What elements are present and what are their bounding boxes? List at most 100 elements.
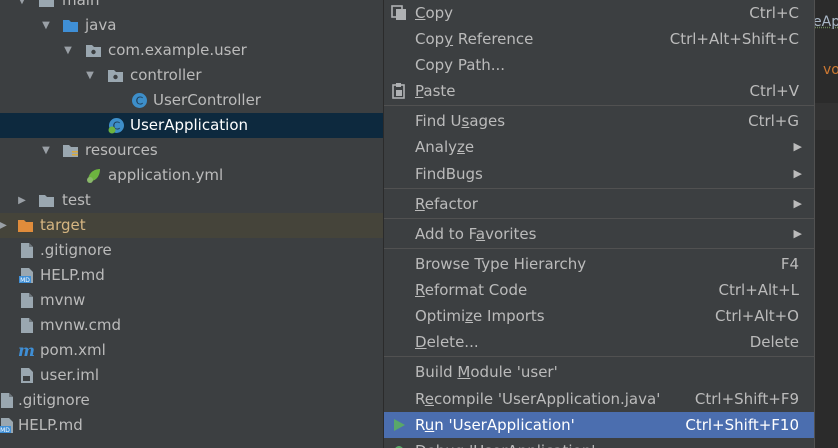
menu-separator (384, 105, 814, 106)
excluded-folder-icon (18, 220, 33, 232)
package-icon (86, 45, 101, 57)
tree-row-usercontroller[interactable]: C UserController (0, 88, 384, 113)
editor-keyword: vo (823, 62, 838, 78)
menu-item-copy[interactable]: Copy Ctrl+C (384, 0, 814, 26)
chevron-down-icon[interactable]: ▼ (84, 63, 96, 88)
menu-item-delete[interactable]: Delete... Delete (384, 329, 814, 355)
text-file-icon (21, 318, 33, 333)
menu-item-label: Find Usages (415, 112, 506, 130)
package-icon (108, 70, 123, 82)
menu-item-browse-type-hierarchy[interactable]: Browse Type Hierarchy F4 (384, 251, 814, 277)
markdown-file-icon: MD (19, 268, 33, 284)
menu-item-copy-reference[interactable]: Copy Reference Ctrl+Alt+Shift+C (384, 26, 814, 52)
svg-text:MD: MD (20, 277, 30, 284)
submenu-arrow-icon: ▶ (793, 140, 802, 153)
menu-item-shortcut: Ctrl+Alt+O (715, 307, 799, 325)
menu-item-label: Delete... (415, 333, 479, 351)
tree-row-mvnw[interactable]: mvnw (0, 288, 384, 313)
tree-row-label: user.iml (40, 366, 100, 384)
chevron-down-icon[interactable]: ▼ (40, 138, 52, 163)
menu-item-label: FindBugs (415, 165, 483, 183)
copy-icon (391, 5, 406, 20)
tree-row-target[interactable]: ▶ target (0, 213, 384, 238)
tree-row-label: UserController (153, 91, 261, 109)
tree-row-test[interactable]: ▶ test (0, 188, 384, 213)
tree-row-help-md[interactable]: MD HELP.md (0, 263, 384, 288)
source-folder-icon (63, 20, 78, 32)
tree-row-main[interactable]: ▼ main (0, 0, 384, 13)
markdown-file-icon: MD (0, 418, 13, 434)
menu-separator (384, 218, 814, 219)
tree-row-java[interactable]: ▼ java (0, 13, 384, 38)
tree-row-help-md-root[interactable]: MD HELP.md (0, 413, 384, 438)
tree-row-label: pom.xml (40, 341, 106, 359)
chevron-down-icon[interactable]: ▼ (16, 0, 28, 13)
menu-item-shortcut: Ctrl+Shift+F9 (694, 390, 799, 408)
menu-item-shortcut: Ctrl+C (749, 4, 799, 22)
menu-item-reformat-code[interactable]: Reformat Code Ctrl+Alt+L (384, 277, 814, 303)
tree-row-label: .gitignore (40, 241, 112, 259)
tree-row-label: mvnw (40, 291, 86, 309)
svg-text:m: m (18, 342, 35, 359)
chevron-down-icon[interactable]: ▼ (40, 13, 52, 38)
menu-item-shortcut: Ctrl+Alt+L (718, 281, 800, 299)
svg-text:MD: MD (0, 427, 10, 434)
menu-item-find-usages[interactable]: Find Usages Ctrl+G (384, 108, 814, 134)
menu-item-shortcut: Delete (749, 333, 799, 351)
menu-item-label: Add to Favorites (415, 225, 537, 243)
debug-icon (395, 446, 403, 448)
spring-yml-icon (87, 169, 100, 183)
editor-text: eApp (813, 14, 838, 30)
chevron-down-icon[interactable]: ▼ (62, 38, 74, 63)
menu-item-debug[interactable]: Debug 'UserApplication' (384, 438, 814, 448)
menu-item-build-module[interactable]: Build Module 'user' (384, 359, 814, 385)
tree-row-label: controller (130, 66, 202, 84)
tree-row-label: mvnw.cmd (40, 316, 122, 334)
submenu-arrow-icon: ▶ (793, 227, 802, 240)
tree-row-label: .gitignore (18, 391, 90, 409)
menu-item-label: Analyze (415, 138, 475, 156)
menu-item-label: Reformat Code (415, 281, 528, 299)
menu-item-label: Run 'UserApplication' (415, 416, 575, 434)
text-file-icon (21, 243, 33, 258)
tree-row-label: UserApplication (130, 116, 249, 134)
menu-item-optimize-imports[interactable]: Optimize Imports Ctrl+Alt+O (384, 303, 814, 329)
menu-item-refactor[interactable]: Refactor ▶ (384, 191, 814, 217)
menu-item-copy-path[interactable]: Copy Path... (384, 52, 814, 78)
menu-item-analyze[interactable]: Analyze ▶ (384, 134, 814, 160)
tree-row-application-yml[interactable]: application.yml (0, 163, 384, 188)
paste-icon (392, 83, 405, 99)
tree-row-pom-xml[interactable]: m pom.xml (0, 338, 384, 363)
menu-item-run[interactable]: Run 'UserApplication' Ctrl+Shift+F10 (384, 412, 814, 438)
project-tree: ▼ main ▼ java ▼ com.example.user ▼ contr… (0, 0, 384, 448)
menu-item-shortcut: Ctrl+Shift+F10 (685, 416, 799, 434)
menu-item-recompile[interactable]: Recompile 'UserApplication.java' Ctrl+Sh… (384, 386, 814, 412)
menu-item-label: Optimize Imports (415, 307, 545, 325)
menu-item-label: Copy Path... (415, 56, 506, 74)
tree-row-com-example-user[interactable]: ▼ com.example.user (0, 38, 384, 63)
folder-icon (39, 0, 54, 7)
resources-folder-icon (63, 145, 78, 157)
tree-row-gitignore[interactable]: .gitignore (0, 238, 384, 263)
menu-separator (384, 248, 814, 249)
chevron-right-icon[interactable]: ▶ (0, 213, 9, 238)
tree-row-gitignore-root[interactable]: .gitignore (0, 388, 384, 413)
tree-row-mvnw-cmd[interactable]: mvnw.cmd (0, 313, 384, 338)
tree-row-resources[interactable]: ▼ resources (0, 138, 384, 163)
menu-item-findbugs[interactable]: FindBugs ▶ (384, 161, 814, 187)
maven-icon: m (18, 342, 35, 359)
folder-icon (39, 195, 54, 207)
module-file-icon (21, 368, 33, 383)
context-menu: Copy Ctrl+C Copy Reference Ctrl+Alt+Shif… (383, 0, 815, 448)
run-icon (394, 419, 405, 431)
tree-row-userapplication[interactable]: C UserApplication (0, 113, 384, 138)
menu-item-paste[interactable]: Paste Ctrl+V (384, 78, 814, 104)
menu-item-add-to-favorites[interactable]: Add to Favorites ▶ (384, 221, 814, 247)
menu-item-shortcut: Ctrl+Alt+Shift+C (669, 30, 799, 48)
spring-boot-class-icon: C (108, 118, 124, 134)
chevron-right-icon[interactable]: ▶ (16, 188, 28, 213)
tree-row-label: HELP.md (40, 266, 105, 284)
tree-row-controller[interactable]: ▼ controller (0, 63, 384, 88)
tree-row-user-iml[interactable]: user.iml (0, 363, 384, 388)
menu-separator (384, 188, 814, 189)
